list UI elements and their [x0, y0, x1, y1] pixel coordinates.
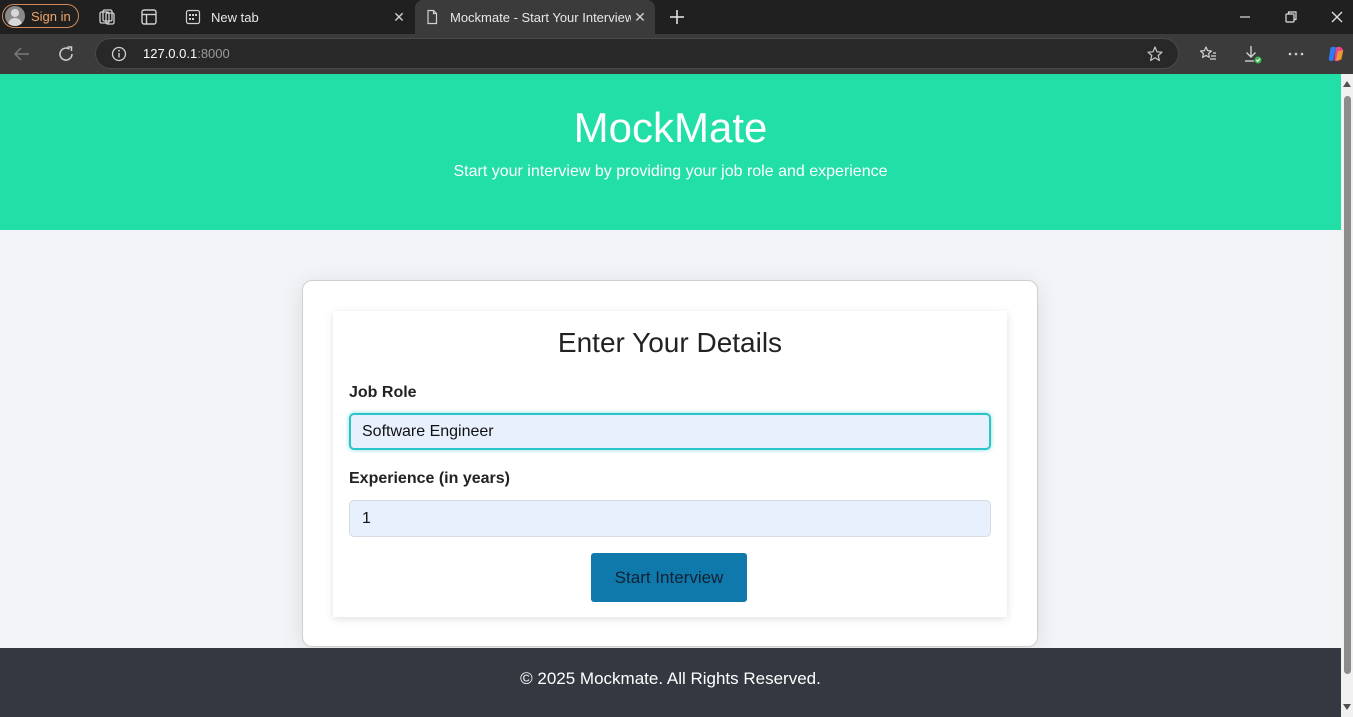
new-tab-page-icon — [185, 9, 201, 25]
job-role-label: Job Role — [349, 384, 417, 401]
browser-toolbar: 127.0.0.1:8000 — [0, 34, 1353, 74]
footer-copyright: © 2025 Mockmate. All Rights Reserved. — [520, 669, 821, 688]
tab-mockmate[interactable]: Mockmate - Start Your Interview ✕ — [415, 0, 655, 34]
refresh-icon[interactable] — [56, 44, 76, 64]
downloads-icon[interactable] — [1242, 44, 1262, 64]
site-info-icon[interactable] — [111, 46, 127, 62]
url-port: :8000 — [197, 46, 230, 61]
more-options-icon[interactable] — [1286, 44, 1306, 64]
tab-title: New tab — [211, 9, 259, 25]
page-scrollbar[interactable] — [1341, 74, 1353, 717]
scroll-up-arrow-icon[interactable] — [1343, 81, 1351, 87]
tab-actions-icon[interactable] — [139, 7, 159, 27]
back-arrow-icon[interactable] — [12, 44, 32, 64]
job-role-input[interactable] — [349, 413, 991, 450]
experience-input[interactable] — [349, 500, 991, 537]
address-bar[interactable]: 127.0.0.1:8000 — [95, 38, 1179, 69]
minimize-window-icon[interactable] — [1236, 8, 1254, 26]
restore-window-icon[interactable] — [1282, 8, 1300, 26]
url-host: 127.0.0.1 — [143, 46, 198, 61]
start-interview-button[interactable]: Start Interview — [591, 553, 747, 602]
sign-in-button[interactable]: Sign in — [2, 4, 79, 28]
details-form: Enter Your Details Job Role Experience (… — [333, 311, 1007, 617]
site-title: MockMate — [573, 104, 768, 151]
workspaces-icon[interactable] — [97, 7, 117, 27]
copilot-icon[interactable] — [1326, 44, 1346, 64]
scroll-down-arrow-icon[interactable] — [1343, 704, 1351, 710]
tab-title: Mockmate - Start Your Interview — [450, 9, 631, 25]
page-footer: © 2025 Mockmate. All Rights Reserved. — [0, 648, 1341, 717]
close-tab-icon[interactable]: ✕ — [390, 8, 408, 26]
close-window-icon[interactable] — [1328, 8, 1346, 26]
scrollbar-thumb[interactable] — [1344, 96, 1351, 674]
favorite-star-icon[interactable] — [1146, 45, 1164, 63]
form-container: Enter Your Details Job Role Experience (… — [302, 280, 1038, 647]
url-text: 127.0.0.1:8000 — [143, 46, 230, 61]
page-document-icon — [427, 9, 438, 25]
hero-header: MockMate Start your interview by providi… — [0, 74, 1341, 230]
sign-in-label: Sign in — [31, 8, 71, 24]
browser-tab-strip: Sign in New tab ✕ Mockmate - Start Your … — [0, 0, 1353, 34]
form-heading: Enter Your Details — [557, 327, 783, 358]
tab-new-tab[interactable]: New tab ✕ — [176, 0, 414, 34]
close-tab-icon[interactable]: ✕ — [631, 8, 649, 26]
experience-label: Experience (in years) — [349, 470, 510, 487]
profile-avatar-icon — [5, 6, 25, 26]
favorites-list-icon[interactable] — [1198, 44, 1218, 64]
new-tab-plus-icon[interactable] — [666, 6, 688, 28]
page-viewport: MockMate Start your interview by providi… — [0, 74, 1341, 717]
site-subtitle: Start your interview by providing your j… — [453, 163, 888, 180]
